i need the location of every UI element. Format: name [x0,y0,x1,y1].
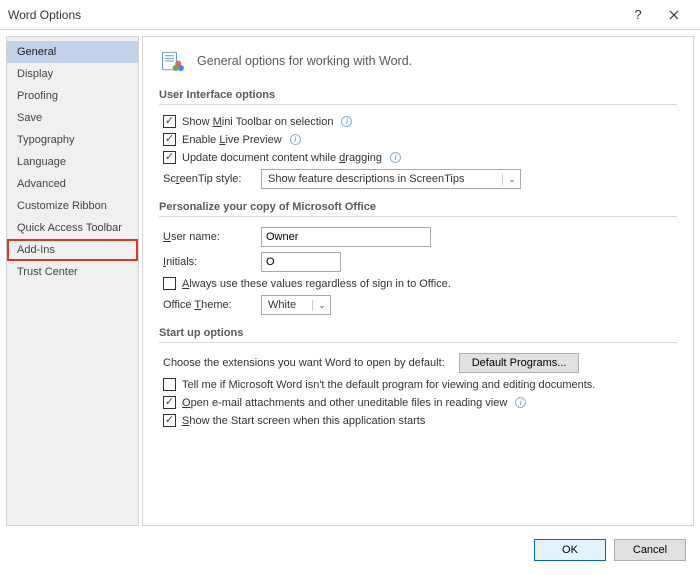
label-office-theme: Office Theme: [163,299,253,311]
label-tell-me: Tell me if Microsoft Word isn't the defa… [182,379,595,391]
sidebar-item-display[interactable]: Display [7,63,138,85]
sidebar-item-proofing[interactable]: Proofing [7,85,138,107]
info-icon[interactable] [290,134,301,145]
window-title: Word Options [8,8,620,22]
titlebar: Word Options ? [0,0,700,30]
options-panel: General options for working with Word. U… [142,36,694,526]
general-options-icon [159,47,187,75]
label-open-email: Open e-mail attachments and other unedit… [182,397,507,409]
info-icon[interactable] [341,116,352,127]
ok-button[interactable]: OK [534,539,606,561]
input-username[interactable] [261,227,431,247]
help-button[interactable]: ? [620,1,656,29]
close-icon [669,10,679,20]
label-extensions: Choose the extensions you want Word to o… [163,357,445,369]
chevron-down-icon: ⌄ [312,300,328,311]
sidebar-item-general[interactable]: General [7,41,138,63]
checkbox-start-screen[interactable] [163,414,176,427]
checkbox-update-dragging[interactable] [163,151,176,164]
cancel-button[interactable]: Cancel [614,539,686,561]
sidebar-item-add-ins[interactable]: Add-Ins [7,239,138,261]
label-update-dragging: Update document content while dragging [182,152,382,164]
category-sidebar: General Display Proofing Save Typography… [6,36,139,526]
label-initials: Initials: [163,256,253,268]
section-startup-title: Start up options [159,327,677,343]
checkbox-live-preview[interactable] [163,133,176,146]
label-mini-toolbar: Show Mini Toolbar on selection [182,116,333,128]
label-always-use: Always use these values regardless of si… [182,278,451,290]
sidebar-item-quick-access-toolbar[interactable]: Quick Access Toolbar [7,217,138,239]
sidebar-item-typography[interactable]: Typography [7,129,138,151]
sidebar-item-language[interactable]: Language [7,151,138,173]
info-icon[interactable] [515,397,526,408]
checkbox-always-use[interactable] [163,277,176,290]
select-screentip-style[interactable]: Show feature descriptions in ScreenTips … [261,169,521,189]
sidebar-item-trust-center[interactable]: Trust Center [7,261,138,283]
sidebar-item-save[interactable]: Save [7,107,138,129]
label-start-screen: Show the Start screen when this applicat… [182,415,425,427]
checkbox-open-email[interactable] [163,396,176,409]
sidebar-item-customize-ribbon[interactable]: Customize Ribbon [7,195,138,217]
checkbox-tell-me[interactable] [163,378,176,391]
select-office-theme[interactable]: White ⌄ [261,295,331,315]
section-ui-title: User Interface options [159,89,677,105]
close-button[interactable] [656,1,692,29]
default-programs-button[interactable]: Default Programs... [459,353,580,373]
sidebar-item-advanced[interactable]: Advanced [7,173,138,195]
label-username: User name: [163,231,253,243]
label-live-preview: Enable Live Preview [182,134,282,146]
section-personalize-title: Personalize your copy of Microsoft Offic… [159,201,677,217]
page-subtitle: General options for working with Word. [197,54,412,68]
chevron-down-icon: ⌄ [502,174,518,185]
input-initials[interactable] [261,252,341,272]
info-icon[interactable] [390,152,401,163]
label-screentip-style: ScreenTip style: [163,173,253,185]
checkbox-mini-toolbar[interactable] [163,115,176,128]
dialog-footer: OK Cancel [0,532,700,568]
